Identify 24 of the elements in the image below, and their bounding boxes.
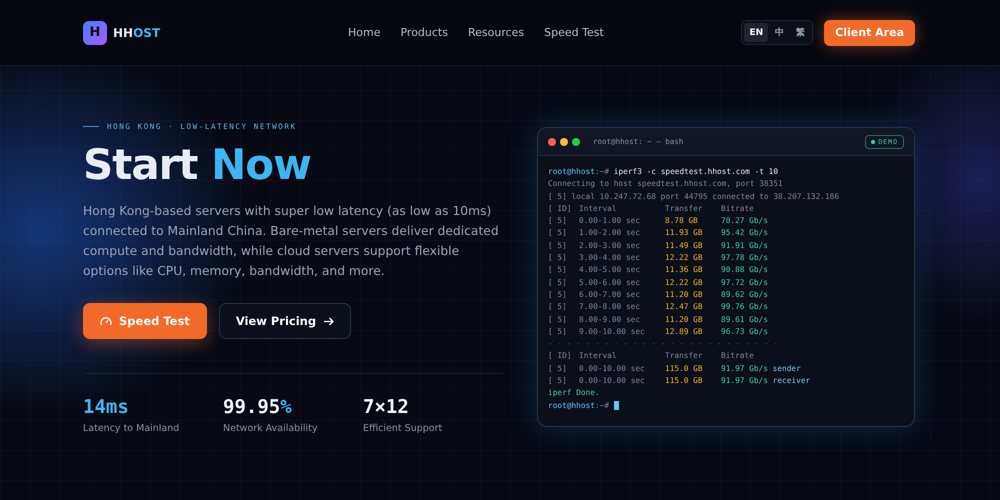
minimize-dot-icon [560,138,568,146]
logo-text: HHOST [113,26,160,40]
nav-link[interactable]: Products [400,26,448,39]
nav-link[interactable]: Home [348,26,380,39]
hero-title: Start Now [83,143,312,188]
stat-label: Efficient Support [363,423,444,434]
stat-value: 99.95% [223,396,293,418]
gauge-icon [100,316,112,326]
stat-label: Latency to Mainland [83,423,180,434]
stat-label: Network Availability [223,423,318,434]
language-option[interactable]: 中 [770,23,790,42]
language-option[interactable]: EN [744,23,768,42]
language-option[interactable]: 繁 [791,23,810,42]
close-dot-icon [548,138,556,146]
nav-link[interactable]: Resources [468,26,524,39]
hero-description: Hong Kong-based servers with super low latency (as low as 10ms) connected to Mainland China. Bare-metal servers deliver dedicated compute and bandwidth, while cloud servers support flexible options like CPU, memory, bandwidth, and more. [83,203,500,280]
maximize-dot-icon [572,138,580,146]
nav-link[interactable]: Speed Test [544,26,604,39]
stat-value: 7×12 [363,396,410,418]
view-pricing-button[interactable]: View Pricing [218,303,352,340]
stat-value: 14ms [83,396,130,418]
arrow-right-icon [323,316,334,326]
logo-icon: H [83,20,107,44]
cursor-icon [614,401,620,410]
